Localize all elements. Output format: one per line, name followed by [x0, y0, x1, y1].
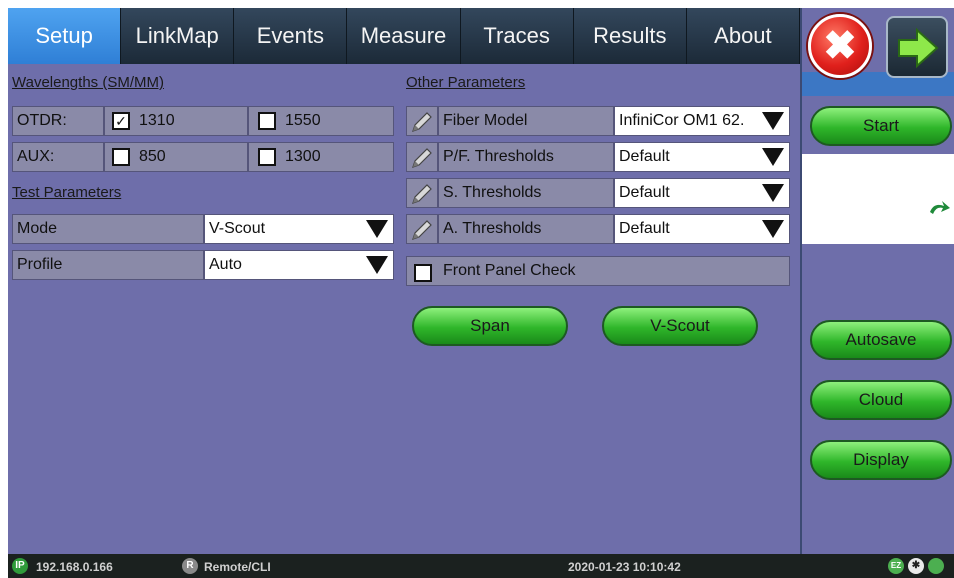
- remote-status: Remote/CLI: [204, 560, 271, 574]
- tab-results[interactable]: Results: [573, 8, 687, 64]
- remote-icon: R: [182, 558, 198, 574]
- refresh-arrow-icon[interactable]: [926, 198, 952, 220]
- display-button[interactable]: Display: [810, 440, 952, 480]
- pf-thresholds-label: P/F. Thresholds: [438, 142, 614, 172]
- otdr-1310-checkbox[interactable]: ✓: [112, 112, 130, 130]
- right-panel: ✖ Start Autosave Cloud Display: [800, 8, 954, 554]
- pf-thresholds-edit-button[interactable]: [406, 142, 438, 172]
- vscout-button[interactable]: V-Scout: [602, 306, 758, 346]
- pf-thresholds-value: Default: [619, 148, 670, 165]
- pencil-icon: [412, 148, 432, 168]
- s-thresholds-value: Default: [619, 184, 670, 201]
- s-thresholds-edit-button[interactable]: [406, 178, 438, 208]
- aux-850-checkbox[interactable]: [112, 148, 130, 166]
- start-button[interactable]: Start: [810, 106, 952, 146]
- ip-address: 192.168.0.166: [36, 560, 113, 574]
- s-thresholds-dropdown-arrow-icon[interactable]: [762, 184, 784, 202]
- tab-linkmap[interactable]: LinkMap: [121, 8, 235, 64]
- tab-about[interactable]: About: [686, 8, 800, 64]
- profile-dropdown-arrow-icon[interactable]: [366, 256, 388, 274]
- front-panel-check-label: Front Panel Check: [443, 262, 576, 279]
- autosave-button[interactable]: Autosave: [810, 320, 952, 360]
- next-button[interactable]: [886, 16, 948, 78]
- otdr-1310-label: 1310: [139, 112, 175, 129]
- a-thresholds-value: Default: [619, 220, 670, 237]
- profile-value: Auto: [209, 256, 242, 273]
- a-thresholds-label: A. Thresholds: [438, 214, 614, 244]
- fiber-model-value: InfiniCor OM1 62.: [619, 112, 745, 129]
- span-button[interactable]: Span: [412, 306, 568, 346]
- a-thresholds-dropdown-arrow-icon[interactable]: [762, 220, 784, 238]
- s-thresholds-label: S. Thresholds: [438, 178, 614, 208]
- test-parameters-title: Test Parameters: [12, 184, 122, 201]
- front-panel-check-checkbox[interactable]: [414, 264, 432, 282]
- close-icon: ✖: [823, 24, 857, 68]
- tab-measure[interactable]: Measure: [347, 8, 461, 64]
- aux-label: AUX:: [12, 142, 104, 172]
- ez-icon: EZ: [888, 558, 904, 574]
- otdr-1550-label: 1550: [285, 112, 321, 129]
- arrow-right-icon: [898, 27, 939, 69]
- aux-850-label: 850: [139, 148, 166, 165]
- other-parameters-title: Other Parameters: [406, 74, 526, 91]
- fiber-model-label: Fiber Model: [438, 106, 614, 136]
- pf-thresholds-dropdown-arrow-icon[interactable]: [762, 148, 784, 166]
- network-icon: [928, 558, 944, 574]
- aux-1300-checkbox[interactable]: [258, 148, 276, 166]
- a-thresholds-edit-button[interactable]: [406, 214, 438, 244]
- mode-value: V-Scout: [209, 220, 266, 237]
- mode-label: Mode: [12, 214, 204, 244]
- mode-dropdown-arrow-icon[interactable]: [366, 220, 388, 238]
- bluetooth-icon: ✱: [908, 558, 924, 574]
- tab-setup[interactable]: Setup: [8, 8, 122, 64]
- pencil-icon: [412, 220, 432, 240]
- tab-events[interactable]: Events: [234, 8, 348, 64]
- otdr-1550-checkbox[interactable]: [258, 112, 276, 130]
- pencil-icon: [412, 184, 432, 204]
- status-bar: IP 192.168.0.166 R Remote/CLI 2020-01-23…: [8, 554, 954, 578]
- cloud-button[interactable]: Cloud: [810, 380, 952, 420]
- otdr-label: OTDR:: [12, 106, 104, 136]
- front-panel-check-option[interactable]: Front Panel Check: [406, 256, 790, 286]
- pencil-icon: [412, 112, 432, 132]
- profile-label: Profile: [12, 250, 204, 280]
- tab-bar: Setup LinkMap Events Measure Traces Resu…: [8, 8, 800, 64]
- close-button[interactable]: ✖: [808, 14, 872, 78]
- ip-icon: IP: [12, 558, 28, 574]
- tab-traces[interactable]: Traces: [460, 8, 574, 64]
- datetime: 2020-01-23 10:10:42: [568, 560, 681, 574]
- app-frame: Setup LinkMap Events Measure Traces Resu…: [8, 8, 954, 578]
- wavelengths-title: Wavelengths (SM/MM): [12, 74, 164, 91]
- aux-1300-label: 1300: [285, 148, 321, 165]
- fiber-model-edit-button[interactable]: [406, 106, 438, 136]
- preview-area: [802, 154, 954, 244]
- fiber-model-dropdown-arrow-icon[interactable]: [762, 112, 784, 130]
